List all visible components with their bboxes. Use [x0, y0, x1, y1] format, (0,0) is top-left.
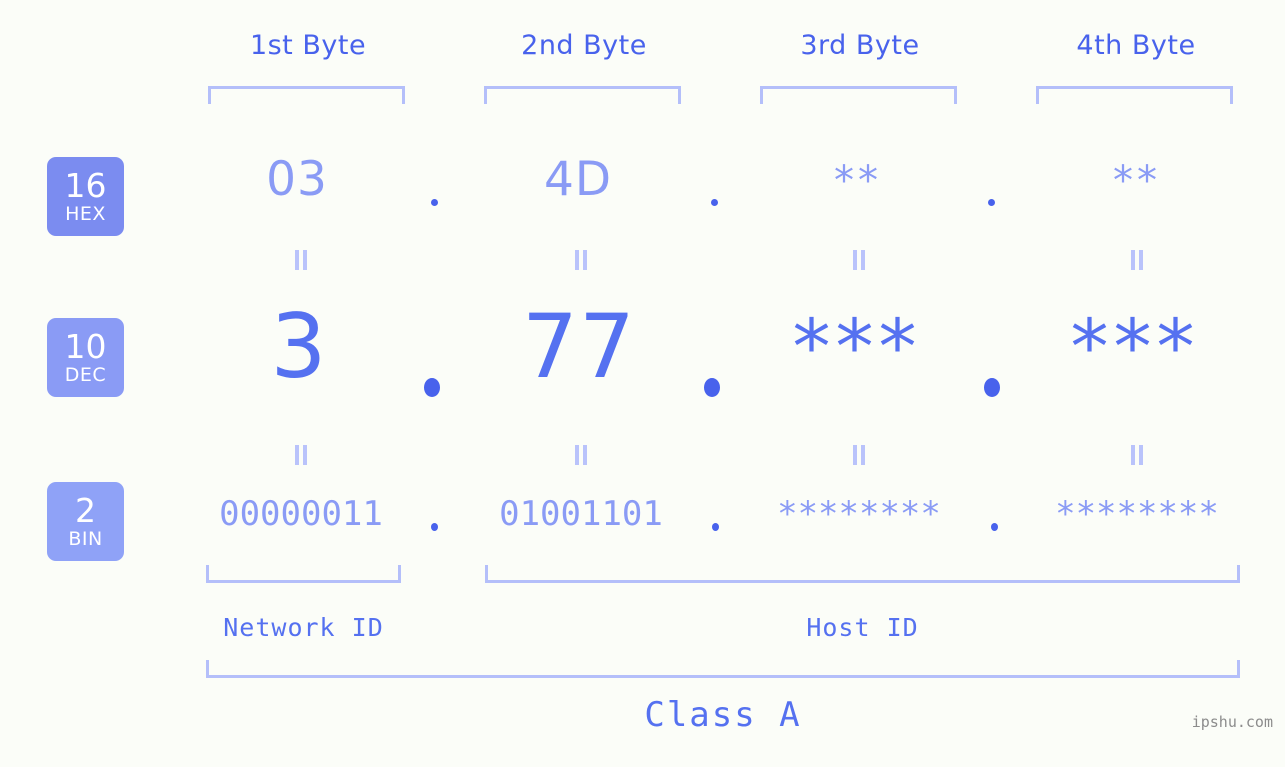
byte-header-3: 3rd Byte [800, 30, 920, 61]
equals-marker-hex-dec-4 [1128, 250, 1146, 270]
dec-byte-4: *** [1070, 302, 1200, 391]
byte-header-2: 2nd Byte [521, 30, 647, 61]
hex-byte-1: 03 [266, 152, 328, 207]
byte-bracket-3 [760, 86, 957, 104]
equals-marker-hex-dec-2 [572, 250, 590, 270]
base-badge-bin-name: BIN [68, 528, 103, 550]
class-label: Class A [644, 695, 802, 735]
equals-marker-hex-dec-1 [292, 250, 310, 270]
bin-byte-3: ******** [777, 494, 941, 534]
hex-byte-3: ** [834, 158, 882, 204]
host-id-label: Host ID [806, 613, 919, 642]
dec-dot-3 [984, 378, 1000, 397]
hex-byte-4: ** [1113, 158, 1161, 204]
equals-marker-dec-bin-4 [1128, 445, 1146, 465]
host-id-bracket [485, 565, 1240, 583]
bin-dot-3 [991, 523, 998, 531]
byte-header-1: 1st Byte [249, 30, 367, 61]
base-badge-dec: 10 DEC [47, 318, 124, 397]
base-badge-bin: 2 BIN [47, 482, 124, 561]
ip-breakdown-diagram: 1st Byte 2nd Byte 3rd Byte 4th Byte 16 H… [0, 0, 1285, 767]
watermark: ipshu.com [1191, 713, 1273, 731]
dec-byte-3: *** [792, 302, 922, 391]
bin-byte-2: 01001101 [499, 494, 663, 534]
dec-byte-2: 77 [522, 295, 636, 398]
hex-dot-1 [431, 199, 438, 206]
equals-marker-dec-bin-3 [850, 445, 868, 465]
dec-byte-1: 3 [270, 295, 328, 398]
hex-dot-2 [711, 199, 718, 206]
hex-byte-2: 4D [543, 152, 613, 207]
equals-marker-dec-bin-2 [572, 445, 590, 465]
base-badge-dec-number: 10 [64, 327, 107, 366]
byte-bracket-4 [1036, 86, 1233, 104]
byte-header-4: 4th Byte [1076, 30, 1196, 61]
bin-byte-1: 00000011 [219, 494, 383, 534]
base-badge-hex-number: 16 [64, 166, 107, 205]
class-bracket [206, 660, 1240, 678]
base-badge-hex-name: HEX [65, 203, 106, 225]
equals-marker-hex-dec-3 [850, 250, 868, 270]
byte-bracket-1 [208, 86, 405, 104]
bin-dot-1 [431, 523, 438, 531]
base-badge-bin-number: 2 [75, 491, 96, 530]
dec-dot-1 [424, 378, 440, 397]
network-id-bracket [206, 565, 401, 583]
base-badge-hex: 16 HEX [47, 157, 124, 236]
byte-bracket-2 [484, 86, 681, 104]
base-badge-dec-name: DEC [64, 364, 107, 386]
bin-dot-2 [712, 523, 719, 531]
network-id-label: Network ID [223, 613, 384, 642]
hex-dot-3 [988, 199, 995, 206]
equals-marker-dec-bin-1 [292, 445, 310, 465]
dec-dot-2 [704, 378, 720, 397]
bin-byte-4: ******** [1055, 494, 1219, 534]
